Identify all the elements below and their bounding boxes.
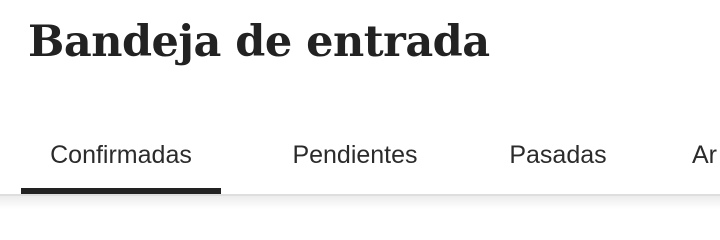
tab-pasadas[interactable]: Pasadas — [458, 124, 658, 194]
page-title: Bandeja de entrada — [28, 17, 490, 67]
tab-label-partial: Ar — [692, 141, 717, 169]
tab-label-confirmadas: Confirmadas — [50, 141, 192, 169]
tab-pendientes[interactable]: Pendientes — [255, 124, 455, 194]
tab-label-pendientes: Pendientes — [292, 141, 418, 169]
tabs-shadow — [0, 196, 720, 209]
tab-label-pasadas: Pasadas — [509, 141, 607, 169]
inbox-tabs: Confirmadas Pendientes Pasadas Ar — [0, 124, 720, 194]
tab-confirmadas[interactable]: Confirmadas — [21, 124, 221, 194]
tab-archivadas-partial[interactable]: Ar — [690, 124, 720, 194]
